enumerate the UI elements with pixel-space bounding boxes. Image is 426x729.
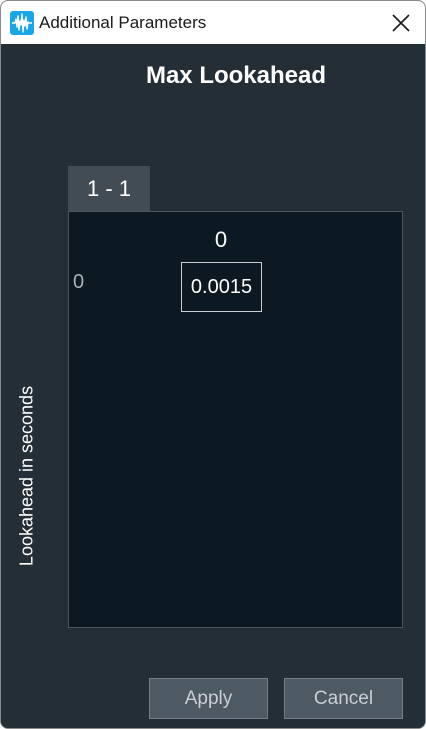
window-title: Additional Parameters xyxy=(39,13,207,32)
cancel-button[interactable]: Cancel xyxy=(284,678,403,719)
lookahead-value-field[interactable] xyxy=(181,262,262,312)
page-title: Max Lookahead xyxy=(145,62,327,89)
close-button[interactable] xyxy=(387,9,415,37)
dialog-content: Max Lookahead 1 - 1 0 0 Lookahead in sec… xyxy=(1,44,425,728)
close-icon xyxy=(392,14,410,32)
row-header: 0 xyxy=(73,271,85,293)
title-bar: Additional Parameters xyxy=(1,1,425,44)
apply-button[interactable]: Apply xyxy=(149,678,268,719)
dialog-window: Additional Parameters Max Lookahead 1 - … xyxy=(0,0,426,729)
column-header: 0 xyxy=(214,227,228,252)
tab-1-1[interactable]: 1 - 1 xyxy=(68,166,150,212)
y-axis-label: Lookahead in seconds xyxy=(16,385,37,567)
waveform-icon xyxy=(10,11,34,35)
parameter-grid: 0 0 xyxy=(68,211,403,628)
